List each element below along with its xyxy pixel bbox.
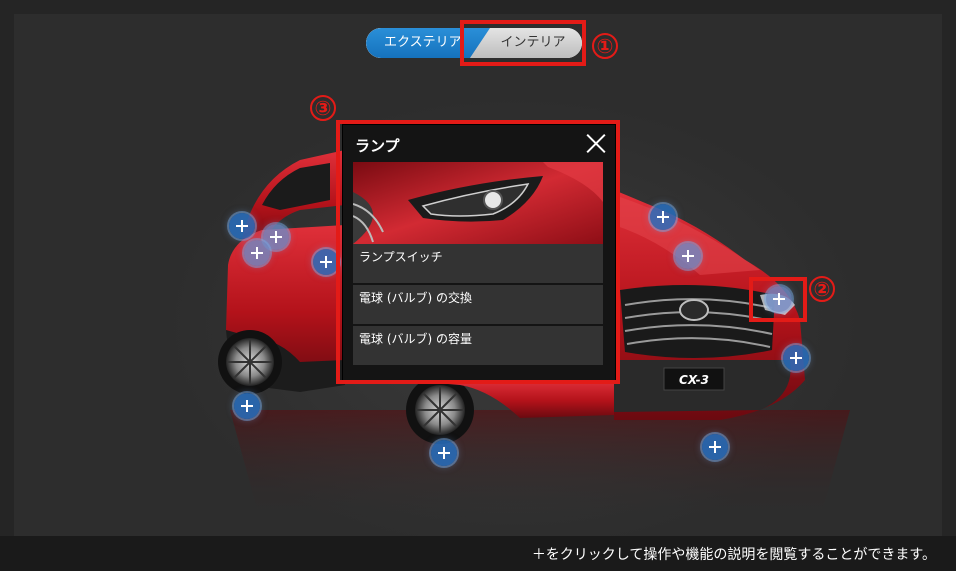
- footer-bar: ＋をクリックして操作や機能の説明を閲覧することができます。: [0, 536, 956, 571]
- app-window: CX-3 エクステリア インテリア ランプ ランプスイッチ 電球 (バルブ) の…: [0, 0, 956, 571]
- hotspot-plus-icon[interactable]: [431, 440, 457, 466]
- hotspot-plus-icon[interactable]: [675, 243, 701, 269]
- menu-item-bulb-replacement[interactable]: 電球 (バルブ) の交換: [353, 285, 603, 324]
- tab-exterior[interactable]: エクステリア: [366, 28, 490, 58]
- annotation-label-3: ③: [310, 95, 336, 121]
- hotspot-plus-icon[interactable]: [234, 393, 260, 419]
- popup-title: ランプ: [355, 137, 400, 155]
- hotspot-plus-icon[interactable]: [313, 249, 339, 275]
- popup-menu: ランプスイッチ 電球 (バルブ) の交換 電球 (バルブ) の容量: [353, 244, 603, 367]
- hotspot-plus-icon[interactable]: [650, 204, 676, 230]
- hotspot-plus-icon[interactable]: [229, 213, 255, 239]
- hotspot-plus-icon[interactable]: [244, 240, 270, 266]
- hotspot-plus-icon[interactable]: [702, 434, 728, 460]
- hotspot-plus-icon[interactable]: [783, 345, 809, 371]
- lamp-popup: ランプ ランプスイッチ 電球 (バルブ) の交換 電球 (バルブ) の容量: [342, 124, 616, 381]
- menu-item-lamp-switch[interactable]: ランプスイッチ: [353, 244, 603, 283]
- menu-item-bulb-capacity[interactable]: 電球 (バルブ) の容量: [353, 326, 603, 365]
- view-toggle: エクステリア インテリア: [366, 28, 582, 58]
- close-icon[interactable]: [585, 132, 607, 154]
- headlight-photo: [353, 162, 603, 244]
- annotation-label-2: ②: [809, 276, 835, 302]
- hotspot-plus-icon[interactable]: [766, 286, 792, 312]
- footer-hint-text: ＋をクリックして操作や機能の説明を閲覧することができます。: [531, 547, 936, 563]
- car-badge: CX-3: [679, 373, 709, 387]
- annotation-label-1: ①: [592, 33, 618, 59]
